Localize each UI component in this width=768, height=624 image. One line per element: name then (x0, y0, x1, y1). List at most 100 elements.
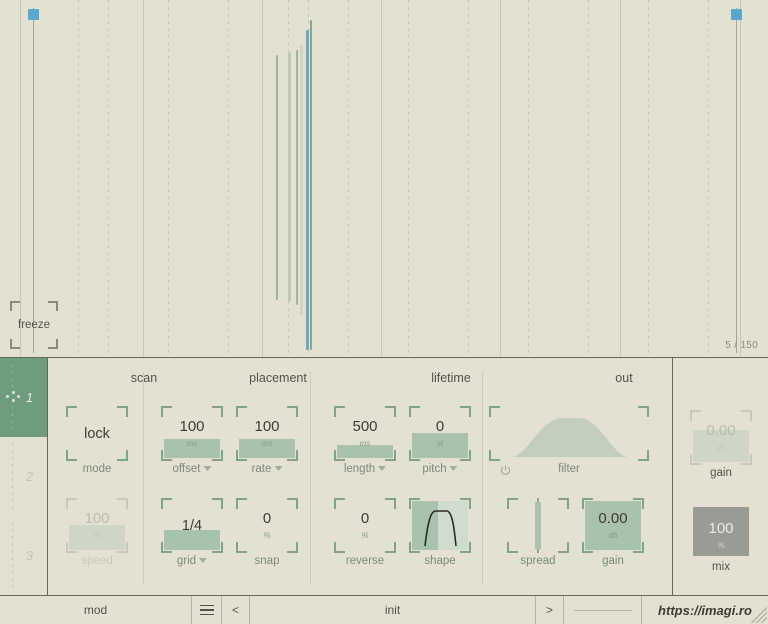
param-filter[interactable]: filter (489, 406, 649, 475)
grain-line (276, 55, 278, 300)
param-reverse-unit: % (361, 531, 369, 540)
bracket-bottom-left-icon (690, 454, 701, 465)
grain-line (296, 50, 298, 305)
layer-rail[interactable]: 1 2 3 (0, 358, 48, 595)
param-filter-field[interactable] (489, 406, 649, 461)
gridline-dotted (408, 0, 409, 357)
size-slider[interactable] (564, 596, 642, 624)
grain-line (310, 20, 312, 350)
chevron-down-icon[interactable] (274, 466, 283, 471)
param-rate-value: 100 (254, 418, 280, 435)
hamburger-icon (199, 604, 214, 616)
layer-number-label: 1 (25, 389, 34, 405)
gridline-dotted (228, 0, 229, 357)
bracket-bottom-left-icon (66, 450, 77, 461)
gridline-solid (381, 0, 382, 357)
bracket-top-left-icon (66, 406, 77, 417)
param-rate[interactable]: 100 ms rate (236, 406, 298, 475)
param-offset-field[interactable]: 100 ms (161, 406, 223, 461)
chevron-down-icon[interactable] (203, 466, 212, 471)
param-grid-label-text: grid (176, 555, 197, 567)
bracket-top-right-icon (385, 498, 396, 509)
param-shape-label-text: shape (424, 555, 456, 567)
output-mix-field[interactable]: 100% (690, 504, 752, 559)
param-gain-value: 0.00 (598, 510, 628, 527)
bracket-bottom-left-icon (409, 450, 420, 461)
bracket-bottom-left-icon (489, 450, 500, 461)
bracket-bottom-right-icon (638, 450, 649, 461)
bracket-top-right-icon (287, 498, 298, 509)
layer-rail-dots (12, 442, 13, 510)
param-gain-label: gain (602, 555, 624, 567)
param-reverse-label-text: reverse (345, 555, 385, 567)
param-snap-field[interactable]: 0% (236, 498, 298, 553)
param-reverse[interactable]: 0% reverse (334, 498, 396, 567)
preset-name-display[interactable]: init (250, 596, 536, 624)
param-offset-label: offset (173, 463, 212, 475)
playhead-line[interactable] (736, 8, 737, 353)
menu-button[interactable] (192, 596, 222, 624)
drag-handle-icon[interactable] (6, 391, 20, 403)
bracket-bottom-right-icon (385, 450, 396, 461)
output-gain-field[interactable]: 0.00 db (690, 410, 752, 465)
gridline-solid (262, 0, 263, 357)
layer-slot-3[interactable]: 3 (0, 516, 47, 595)
param-gain-label-text: gain (602, 555, 624, 567)
param-shape-field[interactable] (409, 498, 471, 553)
param-speed-field[interactable]: 100% (66, 498, 128, 553)
param-offset-value: 100 (179, 418, 205, 435)
playhead-handle[interactable] (28, 9, 39, 20)
bracket-top-left-icon (161, 406, 172, 417)
param-speed-label-text: speed (81, 555, 113, 567)
output-mix[interactable]: 100% mix (690, 504, 752, 573)
chevron-down-icon[interactable] (449, 466, 458, 471)
gridline-dotted (588, 0, 589, 357)
power-icon[interactable] (499, 464, 512, 477)
param-gain-field[interactable]: 0.00 db (582, 498, 644, 553)
param-snap-unit: % (263, 531, 271, 540)
resize-grip-icon[interactable] (747, 603, 767, 623)
param-shape[interactable]: shape (409, 498, 471, 567)
param-pitch-field[interactable]: 0 st (409, 406, 471, 461)
mod-button[interactable]: mod (0, 596, 192, 624)
bracket-bottom-left-icon (334, 542, 345, 553)
param-reverse-field[interactable]: 0% (334, 498, 396, 553)
freeze-button[interactable]: freeze (10, 301, 58, 349)
param-spread-label: spread (520, 555, 555, 567)
output-gain[interactable]: 0.00 db gain (690, 410, 752, 479)
param-gain[interactable]: 0.00 db gain (582, 498, 644, 567)
param-speed-label: speed (81, 555, 112, 567)
grain-line (300, 45, 303, 315)
param-speed[interactable]: 100% speed (66, 498, 128, 567)
website-link[interactable]: https://imagi.ro (642, 596, 768, 624)
layer-slot-2[interactable]: 2 (0, 437, 47, 516)
preset-next-button[interactable]: > (536, 596, 564, 624)
param-shape-label: shape (424, 555, 455, 567)
waveform-display[interactable]: freeze 5 / 150 (0, 0, 768, 357)
param-snap[interactable]: 0% snap (236, 498, 298, 567)
param-grid-field[interactable]: 1/4 (161, 498, 223, 553)
section-title-out: out (615, 371, 633, 385)
playhead-handle[interactable] (731, 9, 742, 20)
chevron-down-icon[interactable] (378, 466, 387, 471)
bottom-toolbar: mod < init > https://imagi.ro (0, 595, 768, 624)
param-length[interactable]: 500 ms length (334, 406, 396, 475)
param-pitch[interactable]: 0 st pitch (409, 406, 471, 475)
param-mode-field[interactable]: lock (66, 406, 128, 461)
param-rate-field[interactable]: 100 ms (236, 406, 298, 461)
bracket-top-left-icon (10, 301, 20, 311)
param-offset-label-text: offset (172, 463, 201, 475)
preset-prev-button[interactable]: < (222, 596, 250, 624)
layer-slot-1[interactable]: 1 (0, 358, 47, 437)
param-grid[interactable]: 1/4 grid (161, 498, 223, 567)
bracket-top-right-icon (633, 498, 644, 509)
chevron-down-icon[interactable] (199, 558, 208, 563)
param-spread-label-text: spread (520, 555, 556, 567)
param-spread[interactable]: spread (507, 498, 569, 567)
param-length-field[interactable]: 500 ms (334, 406, 396, 461)
param-offset[interactable]: 100 ms offset (161, 406, 223, 475)
param-spread-field[interactable] (507, 498, 569, 553)
gridline-dotted (468, 0, 469, 357)
bracket-bottom-right-icon (212, 542, 223, 553)
param-mode[interactable]: lock mode (66, 406, 128, 475)
